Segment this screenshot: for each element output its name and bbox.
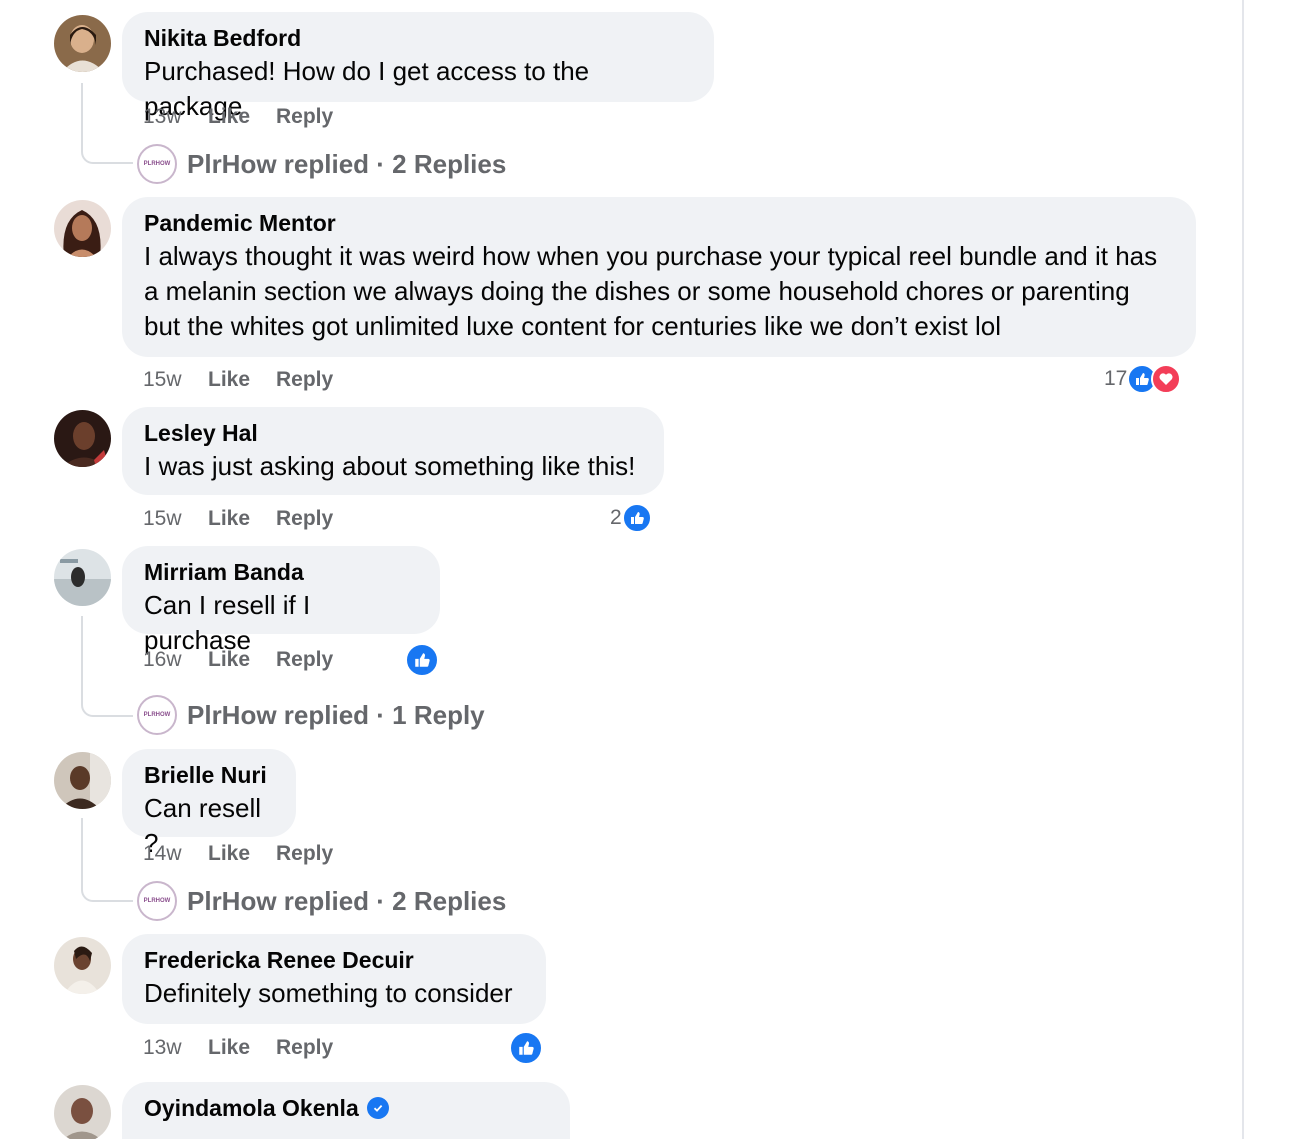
like-button[interactable]: Like: [208, 105, 276, 129]
thumbs-up-icon: [405, 643, 439, 677]
reply-button[interactable]: Reply: [276, 1036, 333, 1060]
avatar[interactable]: [54, 15, 111, 72]
avatar[interactable]: [54, 752, 111, 809]
comment-timestamp[interactable]: 16w: [143, 648, 208, 672]
like-button[interactable]: Like: [208, 507, 276, 531]
reaction-summary[interactable]: [509, 1031, 543, 1065]
comment-text-line: a melanin section we always doing the di…: [144, 276, 1130, 306]
comment-text: I was just asking about something like t…: [144, 451, 636, 481]
thumbs-up-icon: [509, 1031, 543, 1065]
like-button[interactable]: Like: [208, 1036, 276, 1060]
comment-bubble: Fredericka Renee Decuir Definitely somet…: [122, 934, 546, 1024]
reaction-summary[interactable]: 2: [610, 503, 652, 533]
commenter-name[interactable]: Lesley Hal: [144, 417, 642, 449]
comment-actions: 16w Like Reply: [143, 647, 333, 673]
comment-actions: 13w Like Reply: [143, 104, 333, 130]
reaction-summary[interactable]: 17: [1104, 364, 1182, 394]
avatar[interactable]: [54, 200, 111, 257]
panel-divider: [1242, 0, 1244, 1139]
comment-actions: 14w Like Reply: [143, 841, 333, 867]
reaction-count: 17: [1104, 367, 1128, 390]
comment-text-line: I always thought it was weird how when y…: [144, 241, 1158, 271]
replies-label: PlrHow replied · 2 Replies: [187, 148, 507, 179]
replies-label: PlrHow replied · 2 Replies: [187, 885, 507, 916]
commenter-name[interactable]: Fredericka Renee Decuir: [144, 944, 524, 976]
commenter-name[interactable]: Oyindamola Okenla: [144, 1092, 359, 1124]
comment-actions: 15w Like Reply: [143, 367, 333, 393]
comment-text-line: but the whites got unlimited luxe conten…: [144, 311, 1002, 341]
comment-bubble: Brielle Nuri Can resell ?: [122, 749, 296, 858]
reply-button[interactable]: Reply: [276, 368, 333, 392]
like-button[interactable]: Like: [208, 648, 276, 672]
reaction-summary[interactable]: [405, 643, 439, 677]
avatar[interactable]: [54, 937, 111, 994]
reply-button[interactable]: Reply: [276, 507, 333, 531]
reply-thread-line: [81, 616, 133, 717]
plrhow-avatar: PLRHOW: [137, 144, 177, 184]
comment-timestamp[interactable]: 13w: [143, 1036, 208, 1060]
comment-bubble: Nikita Bedford Purchased! How do I get a…: [122, 12, 714, 121]
commenter-name[interactable]: Nikita Bedford: [144, 22, 692, 54]
comment-bubble: Lesley Hal I was just asking about somet…: [122, 407, 664, 495]
comment-bubble: Pandemic Mentor I always thought it was …: [122, 197, 1196, 357]
comment-timestamp[interactable]: 13w: [143, 105, 208, 129]
reply-thread-line: [81, 83, 133, 164]
comments-feed: Nikita Bedford Purchased! How do I get a…: [0, 0, 1240, 1139]
comment-timestamp[interactable]: 15w: [143, 368, 208, 392]
comment-bubble: Oyindamola Okenla: [122, 1082, 570, 1139]
thumbs-up-icon: [621, 503, 652, 533]
reply-button[interactable]: Reply: [276, 842, 333, 866]
reaction-count: 2: [610, 506, 622, 529]
commenter-name[interactable]: Brielle Nuri: [144, 759, 274, 791]
reply-button[interactable]: Reply: [276, 105, 333, 129]
like-button[interactable]: Like: [208, 368, 276, 392]
commenter-name[interactable]: Mirriam Banda: [144, 556, 418, 588]
comment-actions: 15w Like Reply: [143, 506, 333, 532]
commenter-name[interactable]: Pandemic Mentor: [144, 207, 1174, 239]
like-button[interactable]: Like: [208, 842, 276, 866]
avatar[interactable]: [54, 549, 111, 606]
plrhow-avatar: PLRHOW: [137, 695, 177, 735]
comment-timestamp[interactable]: 15w: [143, 507, 208, 531]
reply-button[interactable]: Reply: [276, 648, 333, 672]
plrhow-avatar: PLRHOW: [137, 881, 177, 921]
reply-thread-line: [81, 818, 133, 902]
avatar[interactable]: [54, 410, 111, 467]
comment-actions: 13w Like Reply: [143, 1035, 333, 1061]
verified-badge-icon: [366, 1097, 389, 1119]
avatar[interactable]: [54, 1085, 111, 1139]
commenter-name-row: Oyindamola Okenla: [144, 1092, 548, 1124]
view-replies-link[interactable]: PLRHOW PlrHow replied · 1 Reply: [137, 694, 485, 736]
comment-timestamp[interactable]: 14w: [143, 842, 208, 866]
heart-icon: [1151, 364, 1182, 394]
comment-text: Definitely something to consider: [144, 978, 513, 1008]
replies-label: PlrHow replied · 1 Reply: [187, 699, 485, 730]
view-replies-link[interactable]: PLRHOW PlrHow replied · 2 Replies: [137, 143, 506, 185]
comment-bubble: Mirriam Banda Can I resell if I purchase: [122, 546, 440, 655]
view-replies-link[interactable]: PLRHOW PlrHow replied · 2 Replies: [137, 880, 506, 922]
